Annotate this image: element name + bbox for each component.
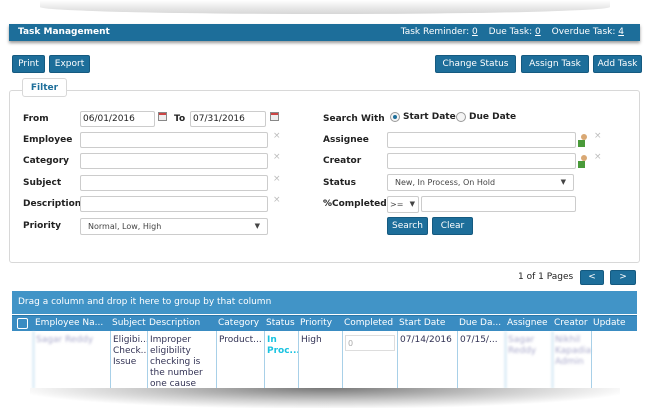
clear-icon[interactable]: × [273,174,281,184]
employee-label: Employee [23,135,73,145]
cell-creator: Nikhil Kapadia Admin [552,331,591,389]
operator-value: >= [390,200,404,209]
caret-down-icon: ▼ [409,200,415,208]
prev-page-button[interactable]: < [580,270,604,285]
column-header-subject[interactable]: Subject [110,316,147,331]
clear-button[interactable]: Clear [432,217,473,235]
column-header-status[interactable]: Status [264,316,298,331]
assignee-input[interactable] [387,132,576,148]
employee-input[interactable] [80,132,268,148]
description-input[interactable] [80,196,268,212]
table-row[interactable]: Sagar Reddy Eligibi... Check... Issue Im… [12,331,637,389]
select-all-checkbox[interactable] [17,318,28,329]
clear-icon[interactable]: × [273,152,281,162]
subject-label: Subject [23,178,62,188]
cell-employee: Sagar Reddy [33,331,110,389]
grid-header: Employee Na... Subject Description Categ… [12,315,637,331]
creator-label: Creator [323,156,362,166]
add-task-button[interactable]: Add Task [593,55,642,73]
clear-icon[interactable]: × [594,152,602,162]
cell-assignee: Sagar Reddy [505,331,552,389]
completed-label: %Completed [323,199,387,209]
caret-down-icon: ▼ [560,178,566,186]
completed-operator-select[interactable]: >= ▼ [387,196,419,213]
priority-value: Normal, Low, High [88,222,162,231]
priority-select[interactable]: Normal, Low, High ▼ [80,218,268,235]
calendar-icon[interactable] [158,112,167,121]
to-label: To [174,114,186,124]
cell-subject: Eligibi... Check... Issue [110,331,147,389]
cell-category: Product... [216,331,264,389]
column-header-priority[interactable]: Priority [298,316,342,331]
category-input[interactable] [80,153,268,169]
completed-input[interactable] [421,196,576,212]
column-header-completed[interactable]: Completed [342,316,397,331]
column-header-assignee[interactable]: Assignee [505,316,552,331]
row-select-cell[interactable] [12,331,33,389]
cell-start-date: 07/14/2016 [397,331,457,389]
search-with-label: Search With [323,114,385,124]
status-value: New, In Process, On Hold [395,178,496,187]
clear-icon[interactable]: × [273,195,281,205]
user-picker-icon[interactable] [578,134,589,147]
print-button[interactable]: Print [12,55,45,73]
caret-down-icon: ▼ [254,222,260,230]
cell-description: Improper eligibility checking is the num… [147,331,216,389]
column-header-employee[interactable]: Employee Na... [33,316,110,331]
status-label: Status [323,178,356,188]
clear-icon[interactable]: × [594,131,602,141]
due-task-label: Due Task: [488,27,533,37]
column-header-creator[interactable]: Creator [552,316,591,331]
task-counters: Task Reminder: 0 Due Task: 0 Overdue Tas… [401,27,624,37]
assign-task-button[interactable]: Assign Task [521,55,589,73]
task-reminder-link[interactable]: 0 [472,27,478,37]
cell-priority: High [298,331,342,389]
cell-status: In Proc... [264,331,298,389]
description-label: Description [23,199,82,209]
pager-text: 1 of 1 Pages [518,272,574,282]
column-header-description[interactable]: Description [147,316,216,331]
cell-completed: 0 [342,331,397,389]
due-date-radio[interactable] [456,112,466,122]
to-date-input[interactable]: 07/31/2016 [190,111,266,127]
from-date-input[interactable]: 06/01/2016 [80,111,155,127]
column-header-due-date[interactable]: Due Da... [457,316,505,331]
export-button[interactable]: Export [49,55,90,73]
header-bar: Task Management Task Reminder: 0 Due Tas… [9,24,640,41]
next-page-button[interactable]: > [610,270,636,285]
user-picker-icon[interactable] [578,155,589,168]
completed-input[interactable]: 0 [345,335,395,351]
due-date-label: Due Date [469,112,517,122]
bottom-shadow [30,388,620,408]
overdue-task-label: Overdue Task: [551,27,616,37]
creator-input[interactable] [387,153,576,169]
subject-input[interactable] [80,175,268,191]
page-title: Task Management [18,27,110,37]
start-date-radio[interactable] [390,112,400,122]
due-task-link[interactable]: 0 [535,27,541,37]
clear-icon[interactable]: × [273,131,281,141]
filter-tab[interactable]: Filter [22,78,67,97]
calendar-icon[interactable] [270,112,279,121]
overdue-task-link[interactable]: 4 [618,27,624,37]
category-label: Category [23,156,70,166]
top-shadow [40,0,610,14]
from-label: From [23,114,49,124]
group-by-panel[interactable]: Drag a column and drop it here to group … [12,291,637,314]
task-reminder-label: Task Reminder: [400,27,470,37]
column-header-category[interactable]: Category [216,316,264,331]
priority-label: Priority [23,221,61,231]
cell-update[interactable] [591,331,637,389]
cell-due-date: 07/15/... [457,331,505,389]
column-header-update[interactable]: Update [591,316,637,331]
status-select[interactable]: New, In Process, On Hold ▼ [387,174,574,191]
start-date-label: Start Date [403,112,456,122]
assignee-label: Assignee [323,135,369,145]
change-status-button[interactable]: Change Status [435,55,516,73]
search-button[interactable]: Search [387,217,428,235]
column-header-start-date[interactable]: Start Date [397,316,457,331]
